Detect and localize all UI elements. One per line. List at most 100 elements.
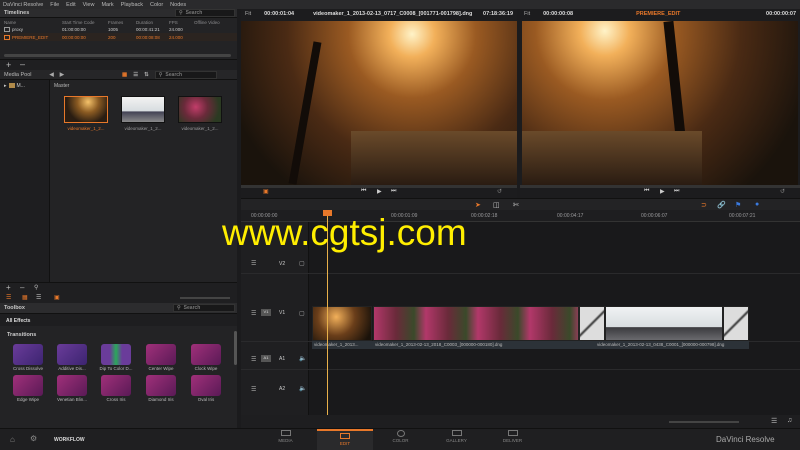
media-pool-header: Media Pool ◀ ▶ ▦ ☰ ⇅ ⚲ Search [0, 70, 237, 80]
search-icon[interactable]: ⚲ [34, 284, 38, 291]
page-color[interactable]: COLOR [378, 430, 423, 443]
speaker-icon[interactable]: 🔈 [299, 355, 306, 362]
track-lock-icon[interactable]: ☰ [251, 356, 256, 363]
play-icon[interactable]: ▶ [377, 188, 382, 195]
menu-view[interactable]: View [83, 2, 95, 8]
source-zoom[interactable]: Fit [245, 11, 251, 17]
ruler-tick: 00:00:04:17 [557, 213, 584, 219]
additive-dissolve-icon[interactable] [57, 344, 87, 365]
thumbnail-size-slider[interactable] [180, 297, 230, 299]
clip-thumbnail[interactable] [64, 96, 108, 123]
effects-filter[interactable]: All Effects [0, 314, 237, 326]
edge-wipe-icon[interactable] [13, 375, 43, 396]
timelines-title: Timelines [4, 10, 30, 16]
track-target-icon[interactable]: V1 [261, 309, 271, 316]
workflow-label[interactable]: WORKFLOW [54, 437, 85, 443]
sort-icon[interactable]: ⇅ [144, 72, 149, 78]
rewind-icon[interactable]: ⏮ [361, 188, 366, 195]
audio-meter-icon[interactable]: ♫ [787, 417, 792, 424]
menu-edit[interactable]: Edit [66, 2, 75, 8]
table-row[interactable]: proxy 01:00:00:00 1005 00:00:41:21 24.00… [0, 25, 237, 33]
menu-playback[interactable]: Playback [121, 2, 143, 8]
snap-icon[interactable]: ⊃ [701, 201, 707, 209]
page-gallery[interactable]: GALLERY [434, 430, 479, 443]
timelines-search[interactable]: ⚲ Search [175, 9, 235, 17]
home-icon[interactable]: ⌂ [10, 435, 15, 444]
forward-icon[interactable]: ▶ [60, 72, 64, 78]
transition-marker[interactable] [723, 306, 749, 341]
clip-thumbnail[interactable] [178, 96, 222, 123]
add-bin-icon[interactable]: + [6, 283, 11, 292]
grid-view-icon[interactable]: ▦ [122, 72, 127, 78]
back-icon[interactable]: ◀ [50, 72, 54, 78]
timeline-clip[interactable] [605, 306, 723, 341]
bin-tree-item[interactable]: ▸ M... [0, 80, 49, 92]
page-edit[interactable]: EDIT [317, 429, 373, 450]
track-lock-icon[interactable]: ☰ [251, 310, 256, 317]
menu-app[interactable]: DaVinci Resolve [3, 2, 43, 8]
timeline-clip[interactable] [373, 306, 579, 341]
page-media[interactable]: MEDIA [263, 430, 308, 443]
list-icon[interactable]: ☰ [6, 294, 11, 301]
dip-to-color-icon[interactable] [101, 344, 131, 365]
trim-icon[interactable]: ◫ [493, 201, 500, 209]
track-monitor-icon[interactable]: ▢ [299, 260, 305, 267]
track-height-icon[interactable]: ☰ [771, 417, 777, 425]
rewind-icon[interactable]: ⏮ [644, 188, 649, 195]
center-wipe-icon[interactable] [146, 344, 176, 365]
speaker-icon[interactable]: 🔈 [299, 385, 306, 392]
transition-marker[interactable] [579, 306, 605, 341]
play-icon[interactable]: ▶ [660, 188, 665, 195]
diamond-iris-icon[interactable] [146, 375, 176, 396]
track-target-icon[interactable]: A1 [261, 355, 271, 362]
folder-view-icon[interactable]: ▦ [22, 294, 28, 301]
menu-nodes[interactable]: Nodes [170, 2, 186, 8]
forward-icon[interactable]: ⏭ [674, 188, 679, 195]
track-lock-icon[interactable]: ☰ [251, 260, 256, 267]
effect-label: Clock Wipe [194, 366, 218, 371]
timelines-scrollbar[interactable] [4, 54, 231, 57]
clip-thumbnail[interactable] [121, 96, 165, 123]
source-video-frame[interactable] [241, 21, 517, 185]
oval-iris-icon[interactable] [191, 375, 221, 396]
forward-icon[interactable]: ⏭ [391, 188, 396, 195]
menu-mark[interactable]: Mark [101, 2, 113, 8]
remove-icon[interactable]: – [20, 59, 25, 69]
track-lock-icon[interactable]: ☰ [251, 386, 256, 393]
source-viewer: Fit 00:00:01:04 videomaker_1_2013-02-13_… [241, 9, 517, 198]
record-video-frame[interactable] [522, 20, 798, 186]
cross-iris-icon[interactable] [101, 375, 131, 396]
page-deliver[interactable]: DELIVER [490, 430, 535, 443]
media-search[interactable]: ⚲ Search [154, 70, 217, 79]
gear-icon[interactable]: ⚙ [30, 434, 37, 443]
list-view-icon[interactable]: ☰ [133, 72, 138, 78]
add-icon[interactable]: + [6, 60, 11, 70]
toolbox-search[interactable]: ⚲ Search [173, 304, 235, 312]
timeline-clip[interactable] [312, 306, 372, 341]
menu-file[interactable]: File [50, 2, 59, 8]
loop-icon[interactable]: ↺ [780, 188, 785, 195]
toolbox-scrollbar[interactable] [234, 331, 237, 365]
media-pool-title: Media Pool [4, 71, 32, 78]
zoom-slider[interactable] [669, 421, 739, 423]
timelines-toolbar: + – [0, 59, 237, 70]
record-zoom[interactable]: Fit [524, 11, 530, 17]
pointer-icon[interactable]: ➤ [475, 201, 481, 209]
link-icon[interactable]: 🔗 [717, 201, 726, 209]
cross-dissolve-icon[interactable] [13, 344, 43, 365]
table-row[interactable]: PREMIERE_EDIT 00:00:00:00 200 00:00:08:0… [0, 33, 237, 41]
metadata-icon[interactable]: ☰ [36, 294, 41, 301]
marker-icon[interactable]: ● [755, 201, 759, 208]
ruler-tick: 00:00:07:21 [729, 213, 756, 219]
clock-wipe-icon[interactable] [191, 344, 221, 365]
venetian-blind-icon[interactable] [57, 375, 87, 396]
bins-icon[interactable]: ▣ [54, 294, 60, 301]
loop-icon[interactable]: ↺ [497, 188, 502, 195]
flag-icon[interactable]: ⚑ [735, 201, 741, 209]
blade-icon[interactable]: ✄ [513, 201, 519, 209]
menu-color[interactable]: Color [150, 2, 163, 8]
timeline-icon [4, 34, 10, 40]
track-monitor-icon[interactable]: ▢ [299, 310, 305, 317]
remove-bin-icon[interactable]: – [20, 283, 24, 292]
mark-icon[interactable]: ▣ [263, 188, 269, 195]
